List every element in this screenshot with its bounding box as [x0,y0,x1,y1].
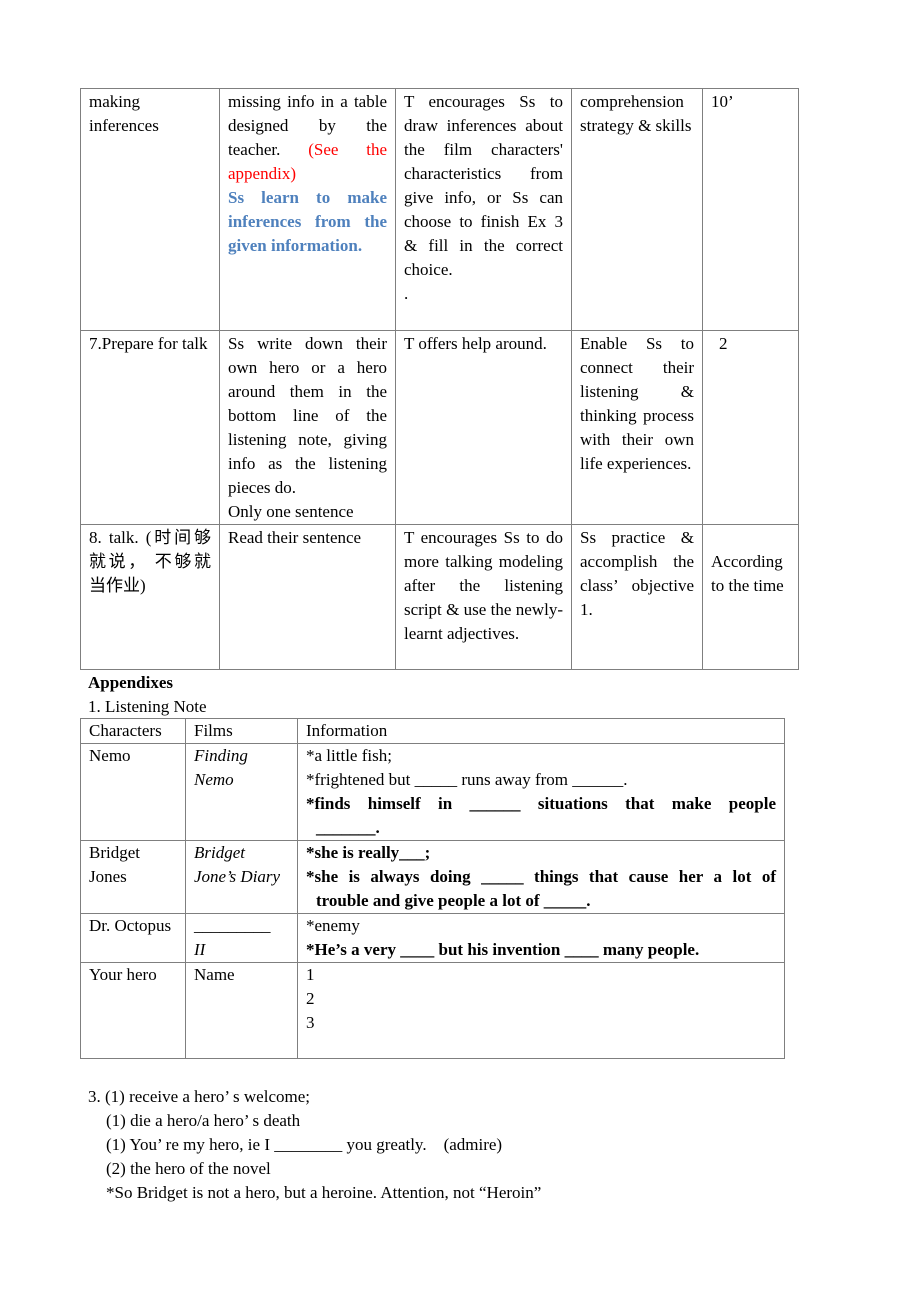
step-text: making inferences [89,92,159,135]
film-cell: Bridget Jone’s Diary [185,840,298,914]
step-cell: making inferences [80,88,220,331]
purpose-cell: comprehension strategy & skills [571,88,703,331]
student-activity-cell: Read their sentence [219,524,396,670]
section-line: *So Bridget is not a hero, but a heroine… [106,1183,542,1202]
info-line-bold: *she is really___; [306,843,431,862]
step-text: 8. talk. (时间够就说， 不够就当作业) [89,528,211,595]
student-activity-extra: Only one sentence [228,502,354,521]
table-row: Dr. Octopus _________ II *enemy *He’s a … [80,913,785,963]
step-cell: 8. talk. (时间够就说， 不够就当作业) [80,524,220,670]
learning-goal-note: Ss learn to make inferences from the giv… [228,188,387,255]
section-line: (1) You’ re my hero, ie I ________ you g… [106,1135,503,1154]
student-activity-cell: missing info in a table designed by the … [219,88,396,331]
teacher-activity-text: T encourages Ss to draw inferences about… [404,92,563,279]
info-cell: *she is really___; *she is always doing … [297,840,785,914]
character-cell: Your hero [80,962,186,1059]
character-name: Dr. Octopus [89,916,172,935]
table-row: 8. talk. (时间够就说， 不够就当作业) Read their sent… [80,524,799,670]
listening-note-table: Characters Films Information Nemo Findin… [80,718,785,1059]
teacher-activity-cell: T encourages Ss to draw inferences about… [395,88,572,331]
info-line: 2 [306,989,315,1008]
time-text: 2 [719,334,728,353]
section-line: (1) die a hero/a hero’ s death [106,1111,301,1130]
film-title-blank: _________ [194,916,271,935]
info-line: 1 [306,965,315,984]
column-header: Characters [80,718,186,744]
section-line: (2) the hero of the novel [106,1159,271,1178]
table-header-row: Characters Films Information [80,718,785,744]
info-line-bold: *He’s a very ____ but his invention ____… [306,940,700,959]
info-cell: *enemy *He’s a very ____ but his inventi… [297,913,785,963]
info-line: *enemy [306,916,360,935]
table-row: 7.Prepare for talk Ss write down their o… [80,330,799,525]
teacher-activity-text: T offers help around. [404,334,547,353]
character-name: Bridget Jones [89,843,140,886]
teacher-activity-text: T encourages Ss to do more talking model… [404,528,563,643]
section-line: 3. (1) receive a hero’ s welcome; [88,1087,310,1106]
purpose-cell: Ss practice & accomplish the class’ obje… [571,524,703,670]
info-line-bold-cont: _______. [316,818,380,837]
table-row: Bridget Jones Bridget Jone’s Diary *she … [80,840,785,914]
info-cell: 1 2 3 [297,962,785,1059]
step-text: 7.Prepare for talk [89,334,208,353]
info-line: *a little fish; [306,746,392,765]
info-line-bold: *finds himself in ______ situations that… [306,794,776,813]
purpose-text: comprehension strategy & skills [580,92,692,135]
appendix-heading: Appendixes [88,673,174,692]
character-cell: Bridget Jones [80,840,186,914]
film-cell: _________ II [185,913,298,963]
info-cell: *a little fish; *frightened but _____ ru… [297,743,785,841]
table-row: Your hero Name 1 2 3 [80,962,785,1059]
info-line-bold: *she is always doing _____ things that c… [306,867,776,886]
time-cell: According to the time [702,524,799,670]
column-header: Films [185,718,298,744]
student-activity-text: Ss write down their own hero or a hero a… [228,334,387,497]
film-cell: Finding Nemo [185,743,298,841]
listening-note-title: 1. Listening Note [88,697,207,716]
film-title: II [194,940,206,959]
time-cell: 2 [702,330,799,525]
character-cell: Nemo [80,743,186,841]
teacher-activity-cell: T offers help around. [395,330,572,525]
character-cell: Dr. Octopus [80,913,186,963]
time-cell: 10’ [702,88,799,331]
table-row: making inferences missing info in a tabl… [80,88,799,331]
purpose-cell: Enable Ss to connect their listening & t… [571,330,703,525]
info-line: 3 [306,1013,315,1032]
table-row: Nemo Finding Nemo *a little fish; *frigh… [80,743,785,841]
film-cell: Name [185,962,298,1059]
teacher-activity-extra: . [404,284,409,303]
purpose-text: Ss practice & accomplish the class’ obje… [580,528,694,619]
time-text: 10’ [711,92,734,111]
step-cell: 7.Prepare for talk [80,330,220,525]
student-activity-cell: Ss write down their own hero or a hero a… [219,330,396,525]
film-title: Bridget Jone’s Diary [194,843,281,886]
film-title: Finding Nemo [194,746,248,789]
teacher-activity-cell: T encourages Ss to do more talking model… [395,524,572,670]
info-line: *frightened but _____ runs away from ___… [306,770,628,789]
info-line-bold-cont: trouble and give people a lot of _____. [316,891,591,910]
vocabulary-section: 3. (1) receive a hero’ s welcome; (1) di… [88,1085,541,1205]
column-header: Information [297,718,785,744]
student-activity-text: Read their sentence [228,528,362,547]
lesson-plan-table: making inferences missing info in a tabl… [80,88,799,670]
purpose-text: Enable Ss to connect their listening & t… [580,334,694,473]
time-text: According to the time [711,552,784,595]
